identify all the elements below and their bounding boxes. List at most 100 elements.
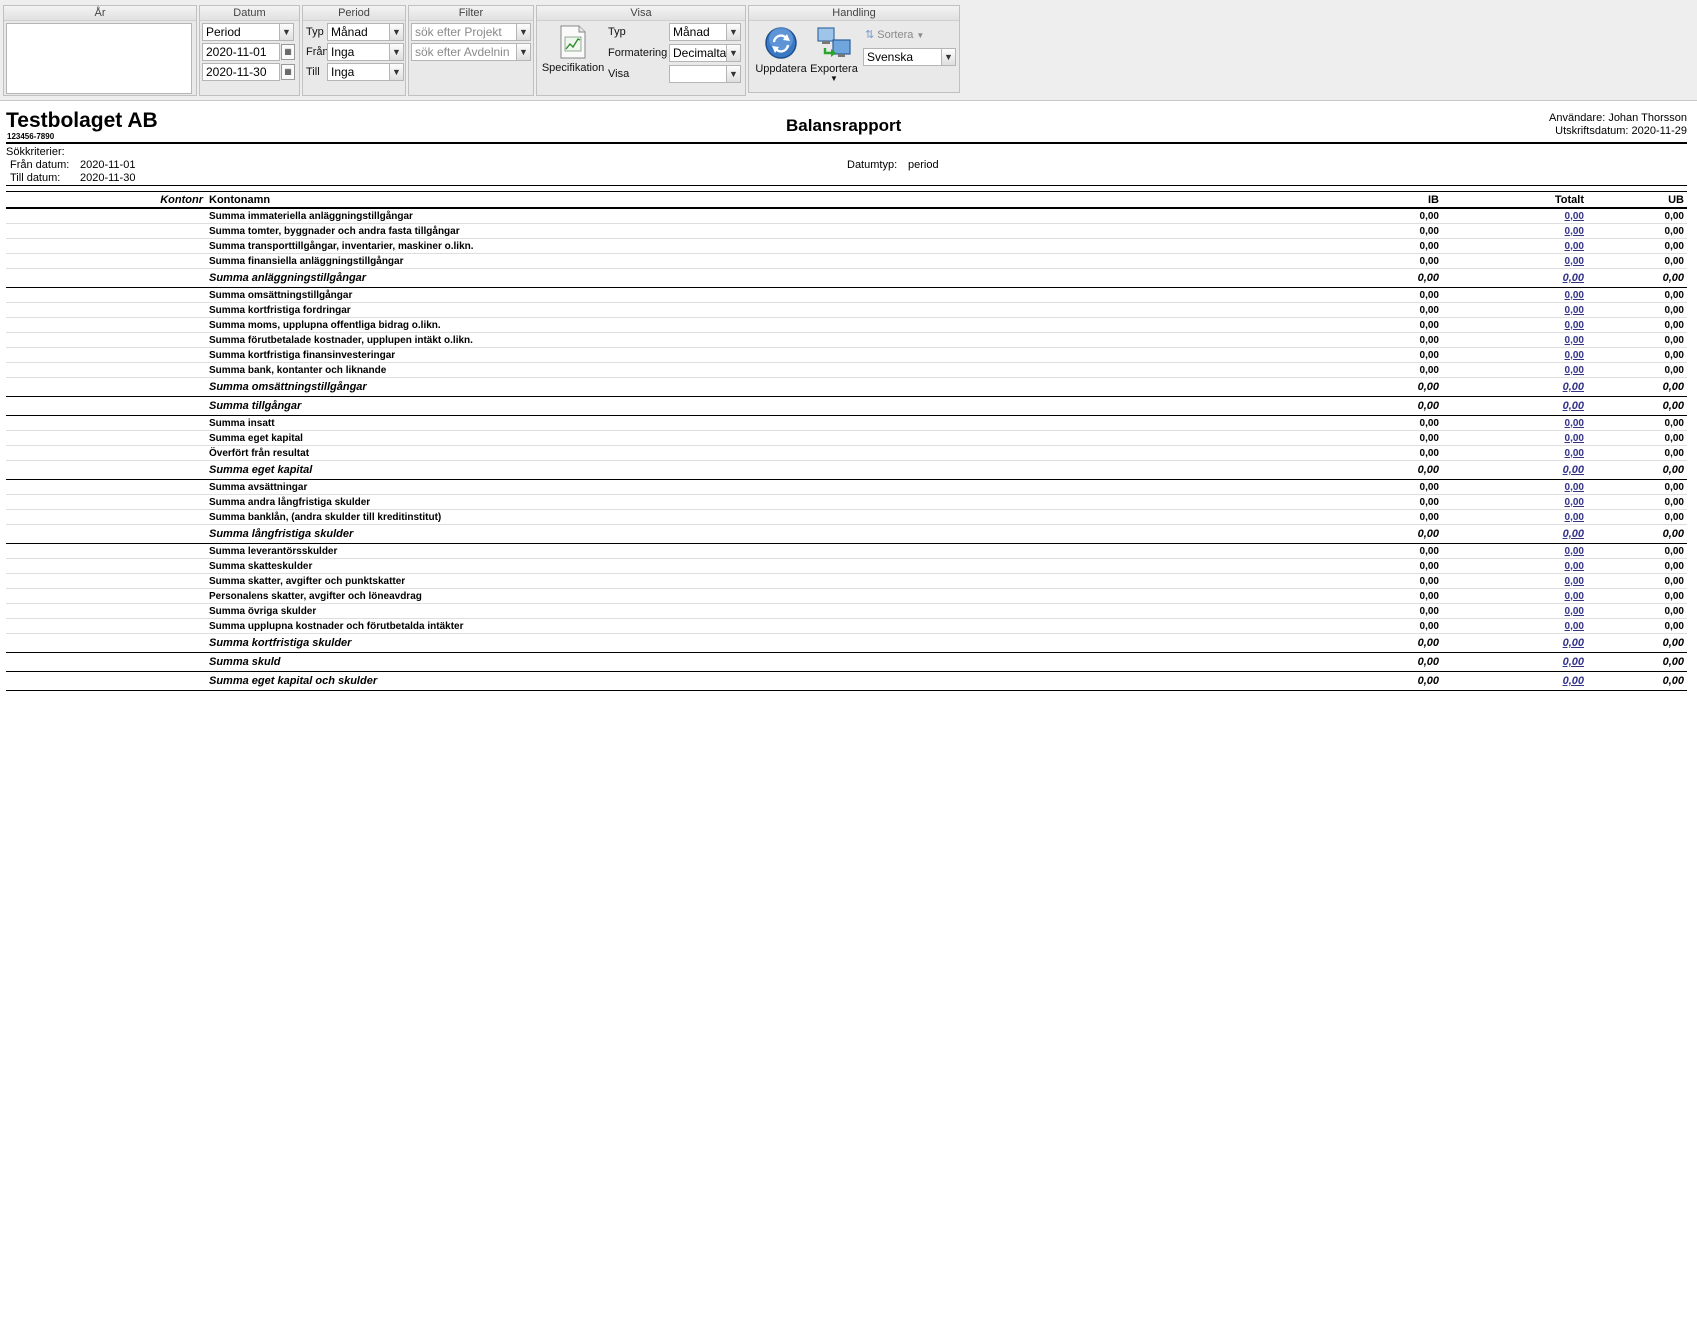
total-link[interactable]: 0,00 [1442, 573, 1587, 589]
department-search-input[interactable]: sök efter Avdelnin [411, 43, 517, 61]
total-link[interactable]: 0,00 [1442, 445, 1587, 461]
account-name-cell: Summa immateriella anläggningstillgångar [206, 208, 1292, 224]
total-link[interactable]: 0,00 [1442, 253, 1587, 269]
total-link[interactable]: 0,00 [1442, 362, 1587, 378]
total-link[interactable]: 0,00 [1442, 317, 1587, 333]
period-from-select[interactable]: Inga [327, 43, 390, 61]
ub-value-cell: 0,00 [1587, 317, 1687, 333]
account-name-cell: Summa transporttillgångar, inventarier, … [206, 238, 1292, 254]
period-type-select[interactable]: Månad [327, 23, 390, 41]
specification-button[interactable]: Specifikation [541, 25, 605, 74]
date-type-select[interactable]: Period [202, 23, 280, 41]
total-link[interactable]: 0,00 [1442, 588, 1587, 604]
table-row: Summa avsättningar 0,00 0,00 0,00 [6, 479, 1687, 495]
table-row: Summa tomter, byggnader och andra fasta … [6, 223, 1687, 239]
format-label: Formatering [608, 47, 668, 59]
view-type-select[interactable]: Månad [669, 23, 727, 41]
total-link[interactable]: 0,00 [1442, 347, 1587, 363]
total-link[interactable]: 0,00 [1442, 396, 1587, 416]
total-link[interactable]: 0,00 [1442, 618, 1587, 634]
format-dropdown-arrow[interactable]: ▼ [726, 44, 741, 62]
ib-value-cell: 0,00 [1292, 332, 1442, 348]
department-dropdown-arrow[interactable]: ▼ [516, 43, 531, 61]
date-type-dropdown-arrow[interactable]: ▼ [279, 23, 294, 41]
ub-value-cell: 0,00 [1587, 633, 1687, 653]
header-divider [6, 142, 1687, 144]
total-link[interactable]: 0,00 [1442, 494, 1587, 510]
ib-value-cell: 0,00 [1292, 347, 1442, 363]
total-link[interactable]: 0,00 [1442, 603, 1587, 619]
specification-label: Specifikation [541, 62, 605, 74]
date-type-label: Datumtyp: [847, 159, 898, 171]
col-kontonr: Kontonr [6, 191, 206, 209]
total-link[interactable]: 0,00 [1442, 268, 1587, 288]
table-row: Summa immateriella anläggningstillgångar… [6, 208, 1687, 224]
account-number-cell [6, 573, 206, 589]
total-link[interactable]: 0,00 [1442, 558, 1587, 574]
total-link[interactable]: 0,00 [1442, 415, 1587, 431]
account-name-cell: Summa andra långfristiga skulder [206, 494, 1292, 510]
calendar-icon[interactable]: ▦ [281, 64, 295, 80]
account-number-cell [6, 302, 206, 318]
account-name-cell: Summa skuld [206, 652, 1292, 672]
total-link[interactable]: 0,00 [1442, 287, 1587, 303]
subtotal-row: Summa tillgångar 0,00 0,00 0,00 [6, 396, 1687, 416]
ib-value-cell: 0,00 [1292, 509, 1442, 525]
balance-report-table: Kontonr Kontonamn IB Totalt UB Summa imm… [6, 191, 1687, 691]
total-link[interactable]: 0,00 [1442, 223, 1587, 239]
account-name-cell: Summa banklån, (andra skulder till kredi… [206, 509, 1292, 525]
date-to-input[interactable]: 2020-11-30 [202, 63, 280, 81]
ub-value-cell: 0,00 [1587, 253, 1687, 269]
ib-value-cell: 0,00 [1292, 479, 1442, 495]
format-select[interactable]: Decimalta [669, 44, 727, 62]
action-group-title: Handling [749, 6, 959, 21]
language-dropdown-arrow[interactable]: ▼ [941, 48, 956, 66]
total-link[interactable]: 0,00 [1442, 430, 1587, 446]
total-link[interactable]: 0,00 [1442, 460, 1587, 480]
table-row: Summa insatt 0,00 0,00 0,00 [6, 415, 1687, 431]
period-to-select[interactable]: Inga [327, 63, 390, 81]
project-dropdown-arrow[interactable]: ▼ [516, 23, 531, 41]
total-link[interactable]: 0,00 [1442, 509, 1587, 525]
total-link[interactable]: 0,00 [1442, 208, 1587, 224]
table-row: Summa skatter, avgifter och punktskatter… [6, 573, 1687, 589]
export-caret-icon[interactable]: ▼ [809, 75, 859, 83]
to-date-label: Till datum: [10, 172, 61, 184]
period-type-dropdown-arrow[interactable]: ▼ [389, 23, 404, 41]
ub-value-cell: 0,00 [1587, 302, 1687, 318]
export-button[interactable]: Exportera ▼ [809, 26, 859, 83]
period-from-dropdown-arrow[interactable]: ▼ [389, 43, 404, 61]
total-link[interactable]: 0,00 [1442, 377, 1587, 397]
from-date-value: 2020-11-01 [80, 159, 136, 171]
total-link[interactable]: 0,00 [1442, 332, 1587, 348]
total-link[interactable]: 0,00 [1442, 302, 1587, 318]
language-select[interactable]: Svenska [863, 48, 942, 66]
project-search-input[interactable]: sök efter Projekt [411, 23, 517, 41]
total-link[interactable]: 0,00 [1442, 652, 1587, 672]
ib-value-cell: 0,00 [1292, 588, 1442, 604]
total-link[interactable]: 0,00 [1442, 633, 1587, 653]
show-dropdown-arrow[interactable]: ▼ [726, 65, 741, 83]
account-name-cell: Summa eget kapital och skulder [206, 671, 1292, 691]
show-select[interactable] [669, 65, 727, 83]
criteria-divider [6, 185, 1687, 186]
sort-button[interactable]: ⇅ Sortera ▼ [865, 28, 924, 41]
calendar-icon[interactable]: ▦ [281, 44, 295, 60]
total-link[interactable]: 0,00 [1442, 671, 1587, 691]
update-button[interactable]: Uppdatera [753, 26, 809, 75]
table-row: Summa leverantörsskulder 0,00 0,00 0,00 [6, 543, 1687, 559]
account-name-cell: Summa moms, upplupna offentliga bidrag o… [206, 317, 1292, 333]
year-list[interactable] [6, 23, 192, 94]
account-number-cell [6, 603, 206, 619]
specification-icon [560, 25, 586, 59]
view-type-dropdown-arrow[interactable]: ▼ [726, 23, 741, 41]
ub-value-cell: 0,00 [1587, 347, 1687, 363]
ub-value-cell: 0,00 [1587, 396, 1687, 416]
total-link[interactable]: 0,00 [1442, 524, 1587, 544]
total-link[interactable]: 0,00 [1442, 238, 1587, 254]
total-link[interactable]: 0,00 [1442, 479, 1587, 495]
date-from-input[interactable]: 2020-11-01 [202, 43, 280, 61]
period-to-dropdown-arrow[interactable]: ▼ [389, 63, 404, 81]
total-link[interactable]: 0,00 [1442, 543, 1587, 559]
account-name-cell: Summa omsättningstillgångar [206, 377, 1292, 397]
